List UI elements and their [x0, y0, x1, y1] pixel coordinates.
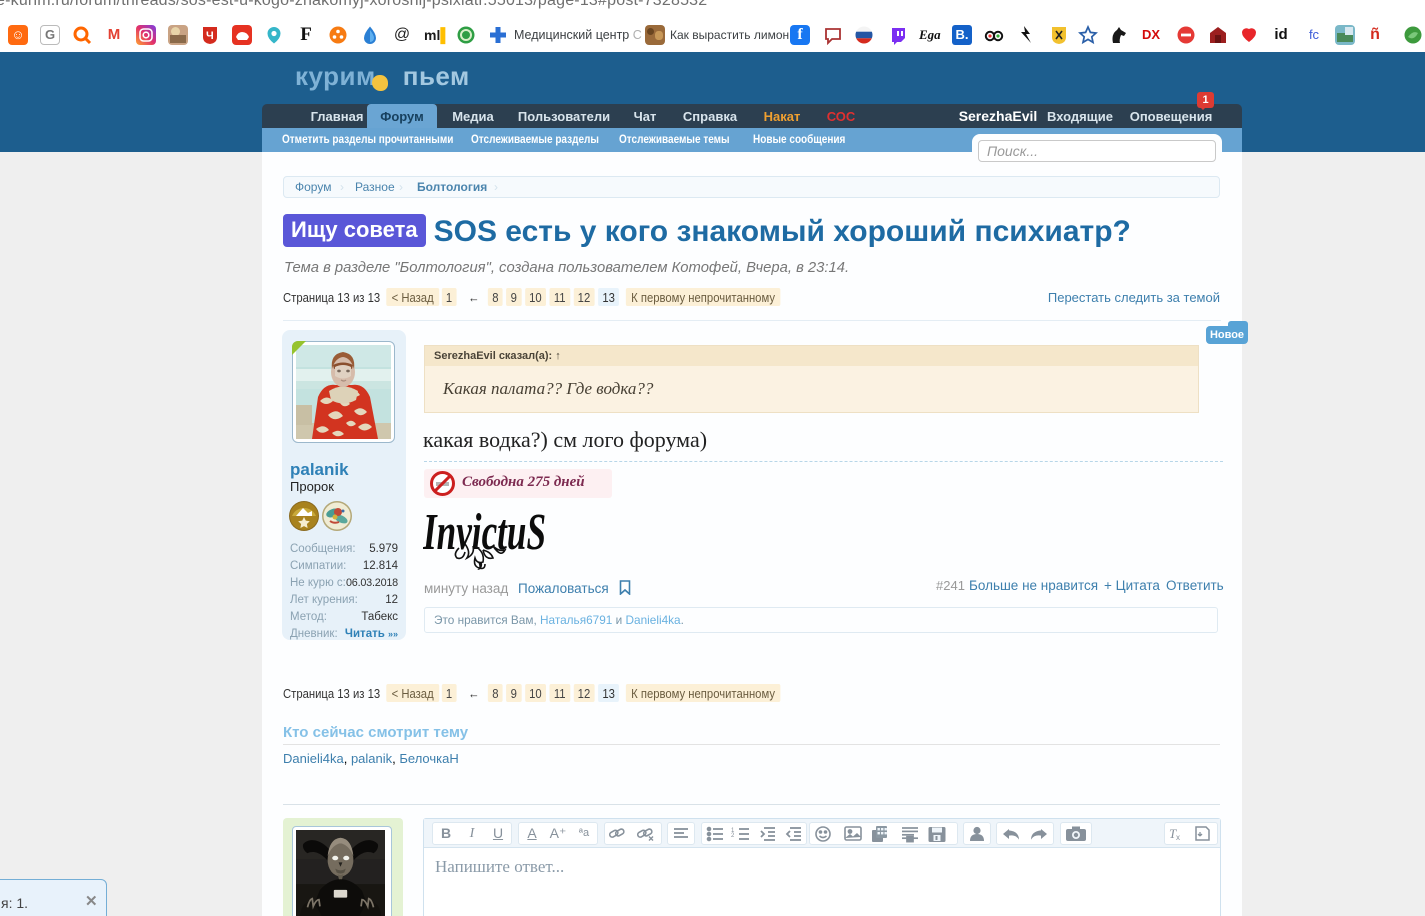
svg-text:InvictuS: InvictuS [423, 504, 546, 561]
svg-text:Ч: Ч [206, 30, 214, 42]
svg-text:2: 2 [731, 833, 735, 839]
svg-text:x: x [1176, 833, 1180, 842]
